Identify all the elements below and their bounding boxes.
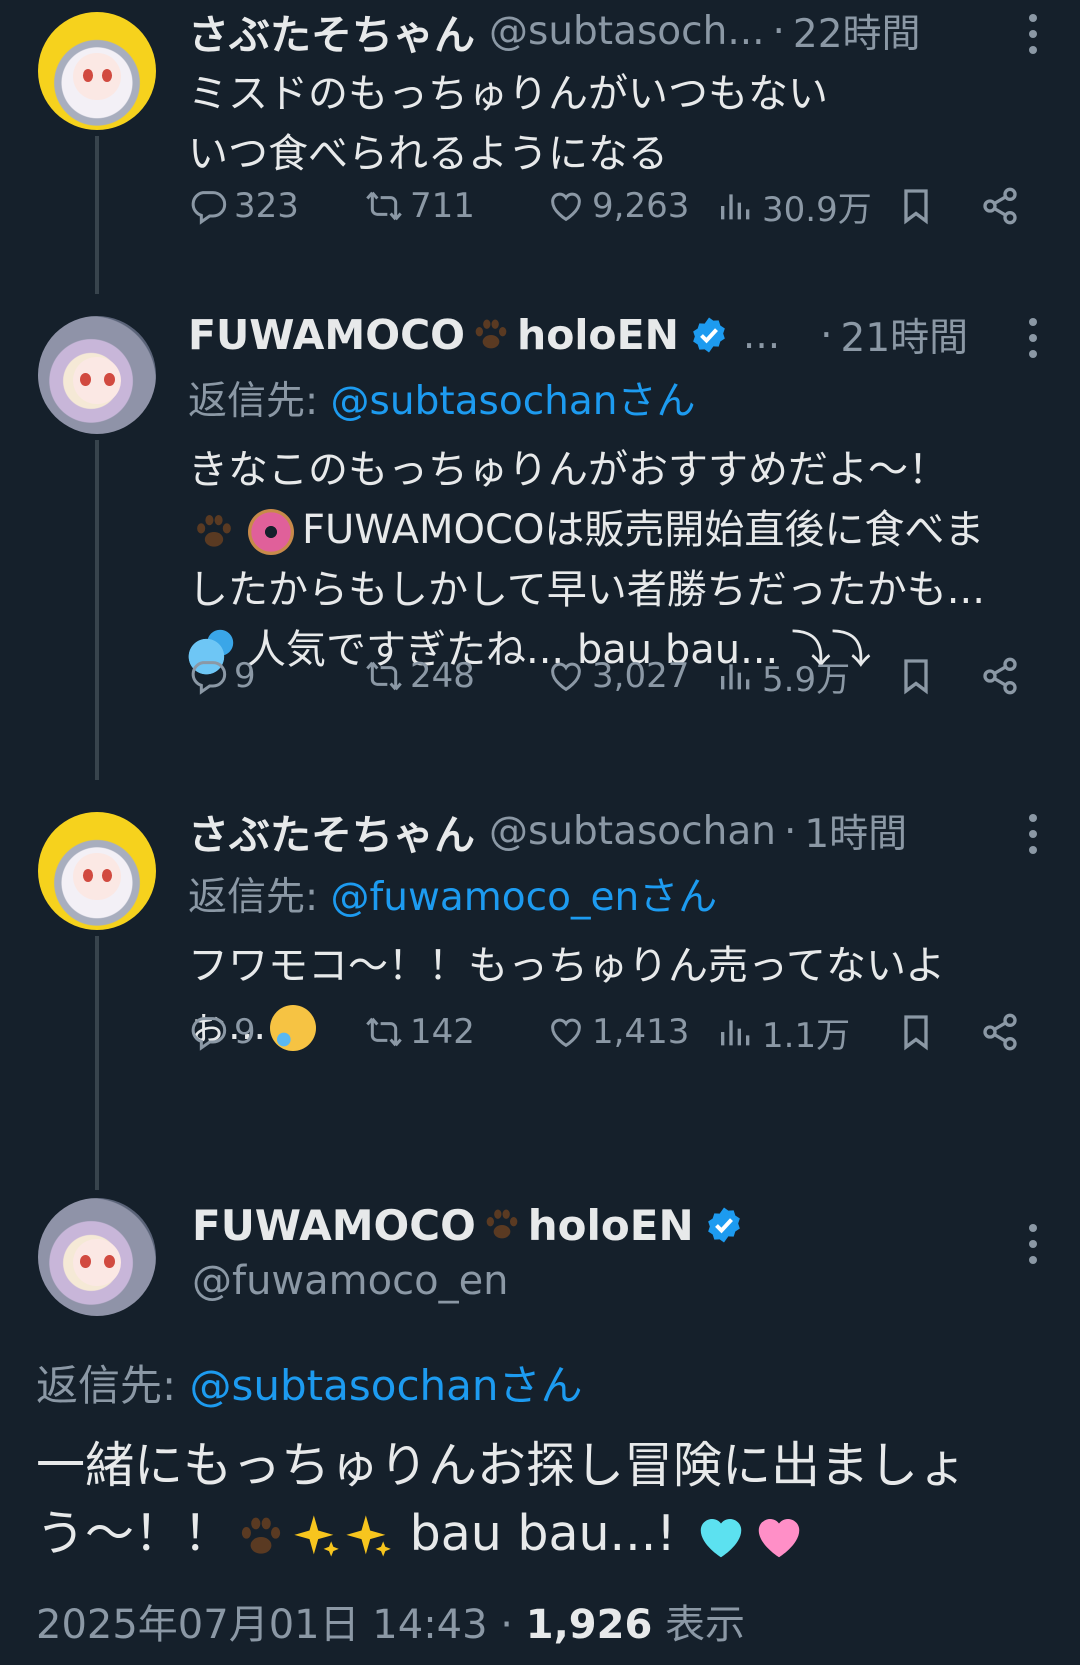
- tweet-meta: 2025年07月01日 14:43 · 1,926 表示: [36, 1602, 745, 1648]
- display-name[interactable]: さぶたそちゃん: [188, 801, 475, 861]
- tear-smile-emoji: [270, 1005, 317, 1051]
- focused-tweet[interactable]: FUWAMOCO holoEN @fuwamoco_en 返信先: @subta…: [0, 1180, 1080, 1665]
- retweet-button[interactable]: 248: [364, 656, 475, 696]
- like-button[interactable]: 1,413: [546, 1012, 689, 1052]
- avatar[interactable]: [38, 316, 156, 434]
- reply-icon: [188, 186, 228, 226]
- more-icon[interactable]: [1026, 318, 1040, 366]
- reply-icon: [188, 656, 228, 696]
- share-icon: [980, 656, 1020, 696]
- display-name[interactable]: FUWAMOCO: [188, 311, 465, 359]
- timestamp[interactable]: 21時間: [841, 307, 969, 363]
- reply-to-link[interactable]: @subtasochanさん: [331, 379, 696, 424]
- verified-badge-icon: [689, 315, 729, 355]
- paw-emoji: [232, 1512, 290, 1562]
- reply-to: 返信先: @fuwamoco_enさん: [188, 875, 718, 920]
- retweet-icon: [364, 1012, 404, 1052]
- views-icon: [716, 656, 756, 696]
- more-icon[interactable]: [1026, 1224, 1040, 1272]
- tweet-text: ミスドのもっちゅりんがいつもない いつ食べられるようになる: [188, 71, 828, 177]
- bookmark-icon: [896, 656, 936, 696]
- bookmark-button[interactable]: [896, 656, 936, 696]
- share-button[interactable]: [980, 186, 1020, 226]
- reply-icon: [188, 1012, 228, 1052]
- like-button[interactable]: 9,263: [546, 186, 689, 226]
- sparkles-emoji: [290, 1511, 342, 1563]
- retweet-button[interactable]: 142: [364, 1012, 475, 1052]
- user-handle[interactable]: ...: [743, 313, 780, 358]
- views-icon: [716, 1012, 756, 1052]
- retweet-button[interactable]: 711: [364, 186, 475, 226]
- display-name[interactable]: さぶたそちゃん: [188, 1, 475, 61]
- like-icon: [546, 656, 586, 696]
- tweet-date[interactable]: 2025年07月01日 14:43: [36, 1602, 488, 1648]
- thread-connector: [95, 440, 99, 780]
- user-handle[interactable]: @subtasochan: [489, 809, 776, 854]
- more-icon[interactable]: [1026, 14, 1040, 62]
- views-button[interactable]: 1.1万: [716, 1008, 850, 1057]
- bookmark-icon: [896, 186, 936, 226]
- views-button[interactable]: 30.9万: [716, 182, 872, 231]
- share-icon: [980, 186, 1020, 226]
- timestamp[interactable]: 22時間: [793, 3, 921, 59]
- reply-to: 返信先: @subtasochanさん: [36, 1361, 583, 1410]
- more-icon[interactable]: [1026, 814, 1040, 862]
- retweet-icon: [364, 186, 404, 226]
- thread-connector: [95, 136, 99, 294]
- reply-to-link[interactable]: @fuwamoco_enさん: [331, 875, 718, 920]
- donut-emoji: [248, 509, 294, 555]
- tweet-1[interactable]: さぶたそちゃん @subtasoch... · 22時間 ミスドのもっちゅりんが…: [0, 0, 1080, 294]
- timestamp[interactable]: 1時間: [804, 803, 907, 859]
- paw-emoji: [188, 510, 240, 554]
- paw-emoji: [476, 1205, 528, 1245]
- paw-emoji: [465, 315, 517, 355]
- like-icon: [546, 1012, 586, 1052]
- bookmark-icon: [896, 1012, 936, 1052]
- avatar[interactable]: [38, 12, 156, 130]
- light-blue-heart-emoji: [700, 1518, 741, 1557]
- thread-connector: [95, 936, 99, 1190]
- bookmark-button[interactable]: [896, 186, 936, 226]
- avatar[interactable]: [38, 812, 156, 930]
- display-name-suffix[interactable]: holoEN: [528, 1201, 694, 1250]
- pink-heart-emoji: [758, 1518, 799, 1557]
- tweet-text: きなこのもっちゅりんがおすすめだよ～！ FUWAMOCOは販売開始直後に食べま …: [188, 447, 985, 675]
- view-count: 1,926: [525, 1602, 653, 1648]
- share-button[interactable]: [980, 656, 1020, 696]
- reply-button[interactable]: 323: [188, 186, 299, 226]
- views-icon: [716, 186, 756, 226]
- bookmark-button[interactable]: [896, 1012, 936, 1052]
- sparkles-emoji: [342, 1511, 394, 1563]
- like-button[interactable]: 3,027: [546, 656, 689, 696]
- user-handle[interactable]: @subtasoch...: [489, 9, 765, 54]
- share-icon: [980, 1012, 1020, 1052]
- display-name[interactable]: FUWAMOCO: [192, 1201, 476, 1250]
- tweet-2[interactable]: FUWAMOCO holoEN ... · 21時間 返信先: @subtaso…: [0, 300, 1080, 780]
- like-icon: [546, 186, 586, 226]
- tweet-3[interactable]: さぶたそちゃん @subtasochan · 1時間 返信先: @fuwamoc…: [0, 800, 1080, 1190]
- reply-to: 返信先: @subtasochanさん: [188, 379, 696, 424]
- views-button[interactable]: 5.9万: [716, 652, 850, 701]
- tweet-text: 一緒にもっちゅりんお探し冒険に出ましょ う～！！ bau bau...!: [36, 1437, 968, 1563]
- reply-to-link[interactable]: @subtasochanさん: [190, 1361, 583, 1410]
- display-name-suffix[interactable]: holoEN: [517, 311, 679, 359]
- share-button[interactable]: [980, 1012, 1020, 1052]
- avatar[interactable]: [38, 1198, 156, 1316]
- reply-button[interactable]: 9: [188, 1012, 256, 1052]
- user-handle[interactable]: @fuwamoco_en: [192, 1258, 1040, 1304]
- reply-button[interactable]: 9: [188, 656, 256, 696]
- verified-badge-icon: [704, 1205, 744, 1245]
- retweet-icon: [364, 656, 404, 696]
